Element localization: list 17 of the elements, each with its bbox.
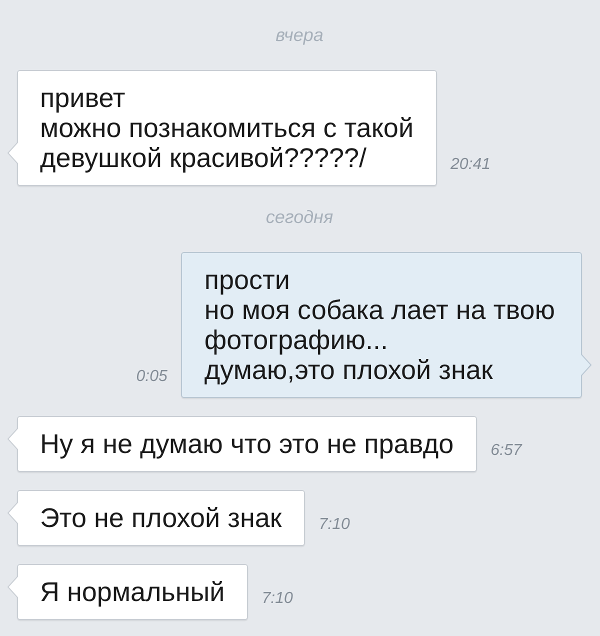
bubble-tail <box>7 502 18 524</box>
message-bubble: Это не плохой знак <box>17 490 305 546</box>
bubble-tail <box>7 576 18 598</box>
date-separator: сегодня <box>264 206 334 228</box>
message-time: 20:41 <box>450 156 491 174</box>
message-bubble: Я нормальный <box>17 564 248 620</box>
message-bubble: прости но моя собака лает на твою фотографию... думаю,это плохой знак <box>181 252 582 398</box>
message-time: 0:05 <box>136 368 168 386</box>
message-time: 6:57 <box>490 442 522 460</box>
message-bubble: Ну я не думаю что это не правдо <box>17 416 477 472</box>
bubble-tail <box>7 142 18 164</box>
date-separator: вчера <box>274 24 324 46</box>
bubble-tail <box>7 428 18 450</box>
message-time: 7:10 <box>262 590 293 608</box>
message-bubble: привет можно познакомиться с такой девушкой красивой?????/ <box>17 70 437 186</box>
bubble-tail <box>581 354 592 376</box>
message-time: 7:10 <box>318 516 350 534</box>
